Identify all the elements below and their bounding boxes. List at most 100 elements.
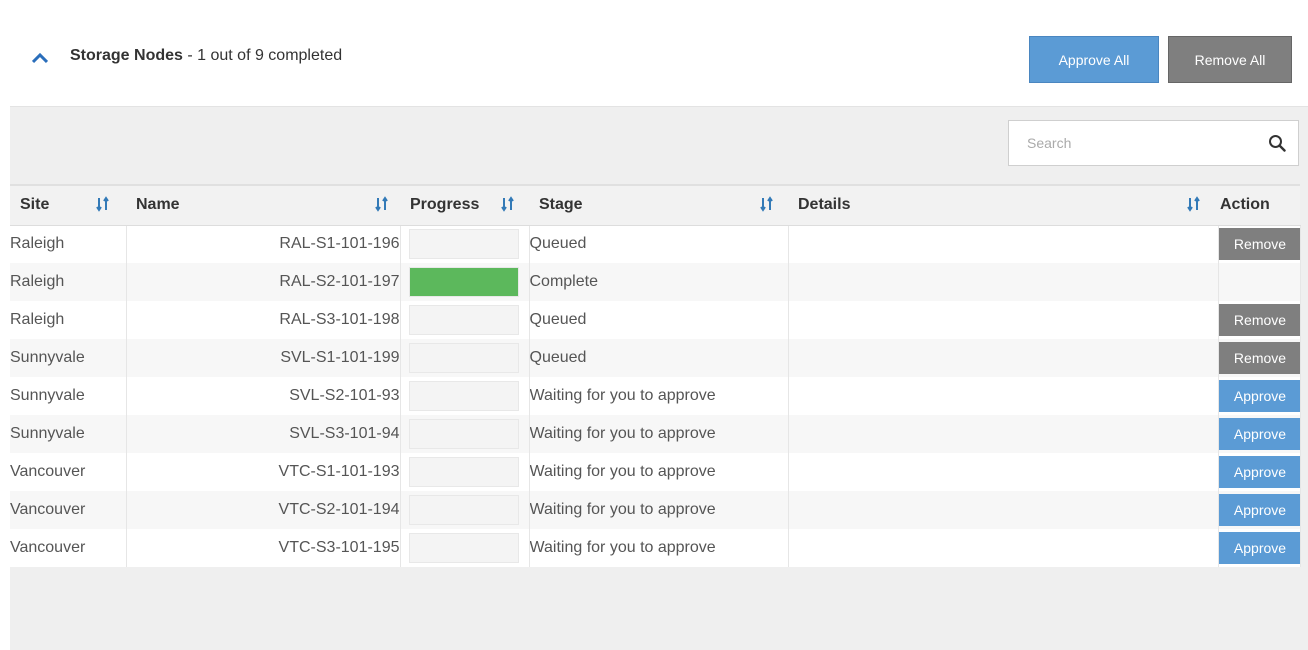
approve-button[interactable]: Approve (1218, 456, 1299, 488)
progress-fill (409, 268, 518, 296)
name-cell: VTC-S3-101-195 (126, 529, 401, 567)
action-cell (1218, 263, 1301, 301)
stage-cell: Waiting for you to approve (529, 529, 789, 567)
progress-cell (400, 453, 530, 491)
sort-icon[interactable] (501, 196, 515, 212)
sort-icon[interactable] (96, 196, 110, 212)
column-header-site-label: Site (20, 196, 50, 213)
approve-button[interactable]: Approve (1218, 494, 1299, 526)
table-row: Raleigh RAL-S1-101-196 Queued Remove (10, 225, 1301, 263)
progress-bar (408, 343, 519, 373)
details-cell (788, 377, 1219, 415)
site-cell: Raleigh (10, 263, 127, 301)
progress-cell (400, 529, 530, 567)
table-header-row: Site Name Progress Stage Details Action (10, 184, 1300, 226)
details-cell (788, 339, 1219, 377)
progress-bar (408, 229, 519, 260)
site-cell: Vancouver (10, 529, 127, 567)
stage-cell: Waiting for you to approve (529, 415, 789, 453)
remove-button[interactable]: Remove (1218, 228, 1299, 261)
column-header-action: Action (1218, 184, 1300, 226)
column-header-name-label: Name (136, 196, 180, 213)
table-row: Raleigh RAL-S3-101-198 Queued Remove (10, 301, 1301, 339)
name-cell: VTC-S2-101-194 (126, 491, 401, 529)
name-cell: VTC-S1-101-193 (126, 453, 401, 491)
table-row: Vancouver VTC-S3-101-195 Waiting for you t… (10, 529, 1301, 567)
column-header-progress[interactable]: Progress (400, 184, 529, 226)
table-row: Sunnyvale SVL-S1-101-199 Queued Remove (10, 339, 1301, 377)
site-cell: Vancouver (10, 491, 127, 529)
table-row: Sunnyvale SVL-S2-101-93 Waiting for you to… (10, 377, 1301, 415)
chevron-up-icon[interactable] (32, 52, 48, 64)
stage-cell: Waiting for you to approve (529, 491, 789, 529)
details-cell (788, 491, 1219, 529)
site-cell: Sunnyvale (10, 415, 127, 453)
action-cell: Approve (1218, 529, 1301, 567)
details-cell (788, 225, 1219, 263)
table-row: Sunnyvale SVL-S3-101-94 Waiting for you to… (10, 415, 1301, 453)
panel-header: Storage Nodes - 1 out of 9 completed App… (10, 10, 1308, 107)
column-header-name[interactable]: Name (126, 184, 400, 226)
action-cell: Approve (1218, 491, 1301, 529)
details-cell (788, 453, 1219, 491)
progress-cell (400, 339, 530, 377)
remove-button[interactable]: Remove (1218, 342, 1299, 374)
table-row: Vancouver VTC-S1-101-193 Waiting for you t… (10, 453, 1301, 491)
stage-cell: Waiting for you to approve (529, 453, 789, 491)
details-cell (788, 529, 1219, 567)
remove-all-button[interactable]: Remove All (1168, 36, 1292, 83)
sort-icon[interactable] (375, 196, 389, 212)
section-title-text: Storage Nodes (70, 47, 183, 64)
storage-nodes-panel: Storage Nodes - 1 out of 9 completed App… (10, 10, 1308, 650)
progress-bar (408, 419, 519, 449)
sort-icon[interactable] (1187, 196, 1201, 212)
site-cell: Raleigh (10, 301, 127, 339)
name-cell: SVL-S1-101-199 (126, 339, 401, 377)
progress-cell (400, 225, 530, 263)
name-cell: RAL-S3-101-198 (126, 301, 401, 339)
approve-button[interactable]: Approve (1218, 418, 1299, 450)
action-cell: Approve (1218, 415, 1301, 453)
search-icon[interactable] (1268, 134, 1286, 152)
details-cell (788, 263, 1219, 301)
site-cell: Vancouver (10, 453, 127, 491)
action-cell: Remove (1218, 225, 1301, 263)
stage-cell: Waiting for you to approve (529, 377, 789, 415)
progress-bar (408, 457, 519, 487)
column-header-details[interactable]: Details (788, 184, 1218, 226)
column-header-details-label: Details (798, 196, 851, 213)
search-input[interactable] (1009, 121, 1249, 165)
progress-bar (408, 305, 519, 335)
approve-button[interactable]: Approve (1218, 380, 1299, 412)
progress-cell (400, 415, 530, 453)
search-box (1008, 120, 1299, 166)
action-cell: Approve (1218, 377, 1301, 415)
progress-cell (400, 263, 530, 301)
stage-cell: Queued (529, 339, 789, 377)
action-cell: Approve (1218, 453, 1301, 491)
storage-nodes-table: Site Name Progress Stage Details Action … (10, 184, 1301, 567)
column-header-site[interactable]: Site (10, 184, 126, 226)
column-header-stage[interactable]: Stage (529, 184, 788, 226)
column-header-stage-label: Stage (539, 196, 583, 213)
site-cell: Sunnyvale (10, 377, 127, 415)
sort-icon[interactable] (760, 196, 774, 212)
site-cell: Sunnyvale (10, 339, 127, 377)
approve-all-button[interactable]: Approve All (1029, 36, 1159, 83)
progress-bar (408, 495, 519, 525)
table-row: Raleigh RAL-S2-101-197 Complete (10, 263, 1301, 301)
section-title: Storage Nodes - 1 out of 9 completed (70, 47, 342, 65)
action-cell: Remove (1218, 301, 1301, 339)
remove-button[interactable]: Remove (1218, 304, 1299, 336)
progress-bar (408, 381, 519, 411)
column-header-action-label: Action (1220, 196, 1270, 213)
section-subtitle: - 1 out of 9 completed (182, 47, 343, 64)
name-cell: RAL-S1-101-196 (126, 225, 401, 263)
progress-cell (400, 491, 530, 529)
table-row: Vancouver VTC-S2-101-194 Waiting for you t… (10, 491, 1301, 529)
progress-cell (400, 301, 530, 339)
progress-bar (408, 267, 519, 297)
approve-button[interactable]: Approve (1218, 532, 1299, 564)
progress-cell (400, 377, 530, 415)
stage-cell: Complete (529, 263, 789, 301)
